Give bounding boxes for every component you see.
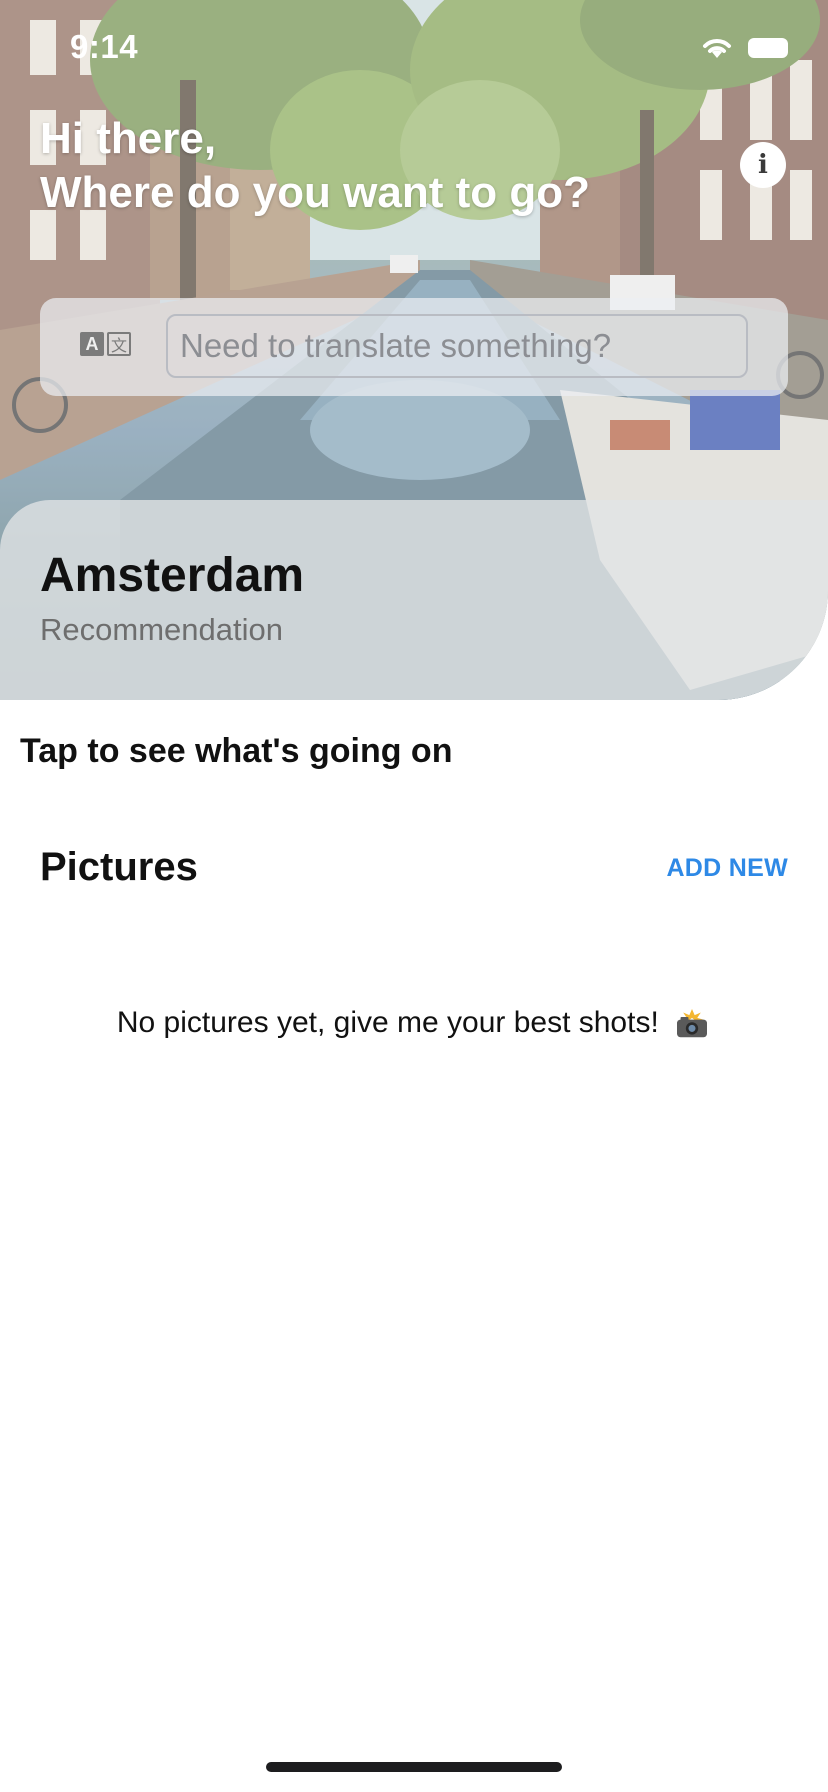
empty-state-text: No pictures yet, give me your best shots…	[116, 1006, 659, 1039]
city-name: Amsterdam	[40, 549, 305, 602]
translate-bar: A 文	[40, 298, 788, 396]
translate-input[interactable]	[166, 314, 748, 378]
greeting-heading: Hi there, Where do you want to go?	[40, 112, 590, 220]
wifi-icon	[703, 39, 731, 58]
translate-icon: A 文	[80, 332, 132, 360]
status-bar-icons	[700, 36, 788, 60]
status-bar-time: 9:14	[70, 28, 139, 65]
pictures-section-title: Pictures	[40, 845, 198, 889]
battery-icon	[748, 38, 788, 58]
pictures-empty-state: No pictures yet, give me your best shots…	[0, 1006, 828, 1040]
info-icon[interactable]: i	[740, 142, 786, 188]
camera-flash-icon	[677, 1009, 708, 1038]
tap-hint-link[interactable]: Tap to see what's going on	[20, 732, 452, 771]
city-recommendation-card[interactable]: Amsterdam Recommendation	[0, 500, 828, 700]
greeting-line-1: Hi there,	[40, 114, 217, 163]
translate-icon-cjk: 文	[107, 332, 131, 356]
greeting-line-2: Where do you want to go?	[40, 168, 590, 217]
home-indicator[interactable]	[266, 1762, 562, 1772]
add-new-picture-button[interactable]: ADD NEW	[666, 854, 788, 883]
city-subtitle: Recommendation	[40, 612, 283, 647]
translate-icon-latin: A	[80, 332, 104, 356]
home-screen: 9:14 Hi there, Where do you want to go? …	[0, 0, 828, 1792]
